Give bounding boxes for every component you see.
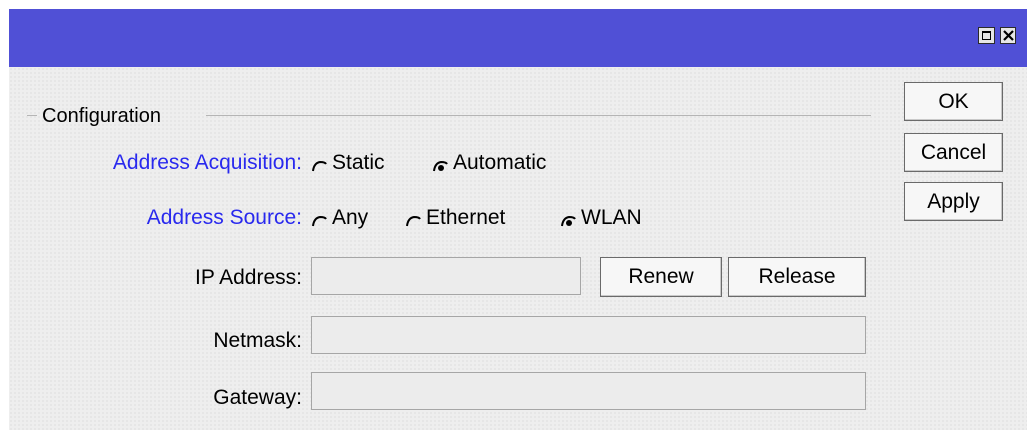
radio-checked-icon — [433, 160, 448, 172]
group-legend-configuration: Configuration — [42, 105, 161, 127]
radio-unchecked-icon — [312, 215, 327, 227]
group-border-right — [206, 115, 871, 116]
radio-unchecked-icon — [406, 215, 421, 227]
radio-static[interactable]: Static — [311, 151, 385, 175]
radio-unchecked-icon — [312, 160, 327, 172]
radio-any-label: Any — [332, 206, 369, 229]
address-source-label: Address Source: — [146, 206, 302, 229]
ip-address-label: IP Address: — [194, 266, 302, 289]
radio-static-label: Static — [332, 151, 385, 174]
radio-checked-icon — [561, 215, 576, 227]
radio-ethernet[interactable]: Ethernet — [405, 206, 505, 230]
netmask-field[interactable] — [311, 316, 866, 354]
cancel-button[interactable]: Cancel — [904, 133, 1003, 172]
ip-address-field[interactable] — [311, 257, 581, 295]
release-button[interactable]: Release — [728, 257, 866, 297]
radio-automatic[interactable]: Automatic — [432, 151, 546, 175]
renew-button[interactable]: Renew — [600, 257, 722, 297]
close-icon — [1003, 30, 1014, 41]
gateway-label: Gateway: — [213, 386, 302, 409]
close-button[interactable] — [1000, 27, 1016, 44]
gateway-field[interactable] — [311, 372, 866, 410]
maximize-button[interactable] — [978, 27, 995, 44]
window-titlebar[interactable] — [9, 9, 1027, 67]
ok-button[interactable]: OK — [904, 82, 1003, 121]
radio-wlan[interactable]: WLAN — [560, 206, 642, 230]
radio-ethernet-label: Ethernet — [426, 206, 506, 229]
netmask-label: Netmask: — [213, 329, 302, 352]
apply-button[interactable]: Apply — [904, 182, 1003, 221]
maximize-icon — [982, 31, 991, 40]
radio-any[interactable]: Any — [311, 206, 368, 230]
address-acquisition-label: Address Acquisition: — [112, 151, 302, 174]
radio-automatic-label: Automatic — [453, 151, 547, 174]
radio-wlan-label: WLAN — [581, 206, 642, 229]
group-border-left — [27, 115, 37, 116]
